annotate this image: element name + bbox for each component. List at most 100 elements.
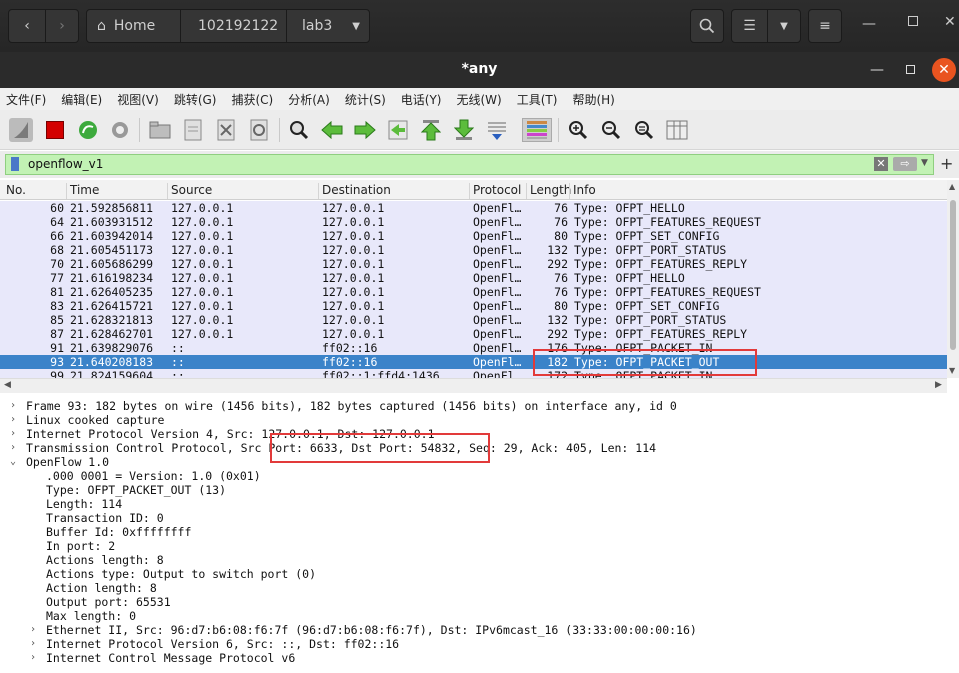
expand-arrow-icon[interactable]: › [10, 399, 20, 413]
scroll-down-arrow-icon[interactable]: ▼ [949, 366, 955, 375]
restart-capture-button[interactable] [76, 118, 100, 142]
menu-statistics[interactable]: 统计(S) [345, 91, 386, 108]
view-list-button[interactable]: ☰ [731, 9, 768, 43]
table-row[interactable]: 60 21.592856811 127.0.0.1 127.0.0.1 OpenFl… 7… [0, 201, 947, 215]
first-packet-button[interactable] [419, 118, 443, 142]
table-row[interactable]: 87 21.628462701 127.0.0.1 127.0.0.1 OpenFl… 2… [0, 327, 947, 341]
menu-telephony[interactable]: 电话(Y) [401, 91, 442, 108]
column-source[interactable]: Source [167, 183, 212, 199]
menu-edit[interactable]: 编辑(E) [61, 91, 102, 108]
back-button[interactable]: ‹ [8, 9, 46, 43]
go-back-button[interactable] [320, 118, 344, 142]
forward-button[interactable]: › [45, 9, 79, 43]
detail-line[interactable]: Max length: 0 [46, 609, 136, 623]
close-icon[interactable]: ✕ [932, 58, 956, 82]
expand-arrow-icon[interactable]: › [30, 637, 40, 651]
scroll-up-arrow-icon[interactable]: ▲ [949, 182, 955, 191]
stop-capture-button[interactable] [43, 118, 67, 142]
capture-options-button[interactable] [108, 118, 132, 142]
start-capture-button[interactable] [9, 118, 33, 142]
table-row[interactable]: 99 21.824159604:: ff02::1:ffd4:1436 OpenFl…… [0, 369, 947, 378]
table-row[interactable]: 77 21.616198234 127.0.0.1 127.0.0.1 OpenFl… 7… [0, 271, 947, 285]
maximize-icon[interactable] [908, 16, 918, 26]
menu-wireless[interactable]: 无线(W) [457, 91, 502, 108]
detail-line[interactable]: Output port: 65531 [46, 595, 171, 609]
table-row[interactable]: 64 21.603931512 127.0.0.1 127.0.0.1 OpenFl… 7… [0, 215, 947, 229]
save-file-button[interactable] [181, 118, 205, 142]
minimize-icon[interactable]: — [865, 58, 889, 82]
detail-line[interactable]: Type: OFPT_PACKET_OUT (13) [46, 483, 226, 497]
colorize-button[interactable] [522, 118, 552, 142]
table-row[interactable]: 66 21.603942014 127.0.0.1 127.0.0.1 OpenFl… 8… [0, 229, 947, 243]
expand-arrow-icon[interactable]: › [10, 413, 20, 427]
column-destination[interactable]: Destination [318, 183, 391, 199]
zoom-normal-button[interactable] [632, 118, 656, 142]
apply-filter-button[interactable]: ⇨ [893, 157, 917, 171]
detail-line[interactable]: Actions length: 8 [46, 553, 164, 567]
path-home[interactable]: ⌂ Home [86, 9, 181, 43]
menu-button[interactable]: ≡ [808, 9, 842, 43]
packet-list-hscrollbar[interactable]: ◀ ▶ [0, 378, 947, 393]
table-row[interactable]: 85 21.628321813 127.0.0.1 127.0.0.1 OpenFl… 1… [0, 313, 947, 327]
menu-go[interactable]: 跳转(G) [174, 91, 217, 108]
table-row[interactable]: 91 21.639829076:: ff02::16 OpenFl… 176 Type: … [0, 341, 947, 355]
path-segment-2[interactable]: lab3 ▼ [286, 9, 370, 43]
minimize-icon[interactable]: — [862, 16, 876, 32]
last-packet-button[interactable] [452, 118, 476, 142]
maximize-icon[interactable] [898, 58, 922, 82]
zoom-out-button[interactable] [599, 118, 623, 142]
table-row[interactable]: 70 21.605686299 127.0.0.1 127.0.0.1 OpenFl… 2… [0, 257, 947, 271]
table-row[interactable]: 68 21.605451173 127.0.0.1 127.0.0.1 OpenFl… 1… [0, 243, 947, 257]
scrollbar-thumb[interactable] [950, 200, 956, 350]
collapse-arrow-icon[interactable]: ⌄ [10, 455, 20, 469]
go-to-packet-button[interactable] [386, 118, 410, 142]
view-options-button[interactable]: ▼ [767, 9, 801, 43]
detail-line[interactable]: Ethernet II, Src: 96:d7:b6:08:f6:7f (96:… [46, 623, 697, 637]
path-segment-1[interactable]: 102192122 [180, 9, 287, 43]
bookmark-icon[interactable] [11, 157, 19, 171]
expand-arrow-icon[interactable]: › [10, 427, 20, 441]
detail-line[interactable]: Internet Control Message Protocol v6 [46, 651, 295, 665]
add-filter-button[interactable]: + [940, 154, 953, 173]
close-icon[interactable]: ✕ [944, 14, 956, 30]
table-row[interactable]: 83 21.626415721 127.0.0.1 127.0.0.1 OpenFl… 8… [0, 299, 947, 313]
expand-arrow-icon[interactable]: › [30, 651, 40, 665]
search-button[interactable] [690, 9, 724, 43]
column-length[interactable]: Length [526, 183, 571, 199]
detail-line[interactable]: Buffer Id: 0xffffffff [46, 525, 191, 539]
display-filter-input[interactable]: openflow_v1 ✕ ⇨ ▼ [5, 154, 934, 175]
detail-line[interactable]: .000 0001 = Version: 1.0 (0x01) [46, 469, 261, 483]
column-time[interactable]: Time [66, 183, 99, 199]
detail-line[interactable]: Linux cooked capture [26, 413, 164, 427]
menu-analyze[interactable]: 分析(A) [288, 91, 330, 108]
detail-line[interactable]: Actions type: Output to switch port (0) [46, 567, 316, 581]
table-row[interactable]: 93 21.640208183:: ff02::16 OpenFl… 182 Type: … [0, 355, 947, 369]
detail-line[interactable]: Action length: 8 [46, 581, 157, 595]
menu-tools[interactable]: 工具(T) [517, 91, 558, 108]
detail-line[interactable]: Internet Protocol Version 6, Src: ::, Ds… [46, 637, 399, 651]
detail-line[interactable]: Transaction ID: 0 [46, 511, 164, 525]
resize-columns-button[interactable] [665, 118, 689, 142]
scroll-right-arrow-icon[interactable]: ▶ [935, 380, 942, 390]
zoom-in-button[interactable] [566, 118, 590, 142]
detail-line[interactable]: OpenFlow 1.0 [26, 455, 109, 469]
menu-capture[interactable]: 捕获(C) [231, 91, 273, 108]
filter-history-dropdown[interactable]: ▼ [921, 158, 928, 168]
autoscroll-button[interactable] [485, 118, 509, 142]
table-row[interactable]: 81 21.626405235 127.0.0.1 127.0.0.1 OpenFl… 7… [0, 285, 947, 299]
detail-line[interactable]: Length: 114 [46, 497, 122, 511]
menu-file[interactable]: 文件(F) [6, 91, 46, 108]
scroll-left-arrow-icon[interactable]: ◀ [4, 380, 11, 390]
reload-file-button[interactable] [247, 118, 271, 142]
column-protocol[interactable]: Protocol [469, 183, 521, 199]
packet-list-vscrollbar[interactable]: ▲ ▼ [947, 180, 959, 378]
menu-view[interactable]: 视图(V) [117, 91, 159, 108]
clear-filter-icon[interactable]: ✕ [874, 157, 888, 171]
column-info[interactable]: Info [569, 183, 596, 199]
menu-help[interactable]: 帮助(H) [572, 91, 614, 108]
find-packet-button[interactable] [287, 118, 311, 142]
packet-list[interactable]: 60 21.592856811 127.0.0.1 127.0.0.1 OpenFl… 7… [0, 200, 947, 378]
detail-line[interactable]: Frame 93: 182 bytes on wire (1456 bits),… [26, 399, 677, 413]
expand-arrow-icon[interactable]: › [10, 441, 20, 455]
go-forward-button[interactable] [353, 118, 377, 142]
